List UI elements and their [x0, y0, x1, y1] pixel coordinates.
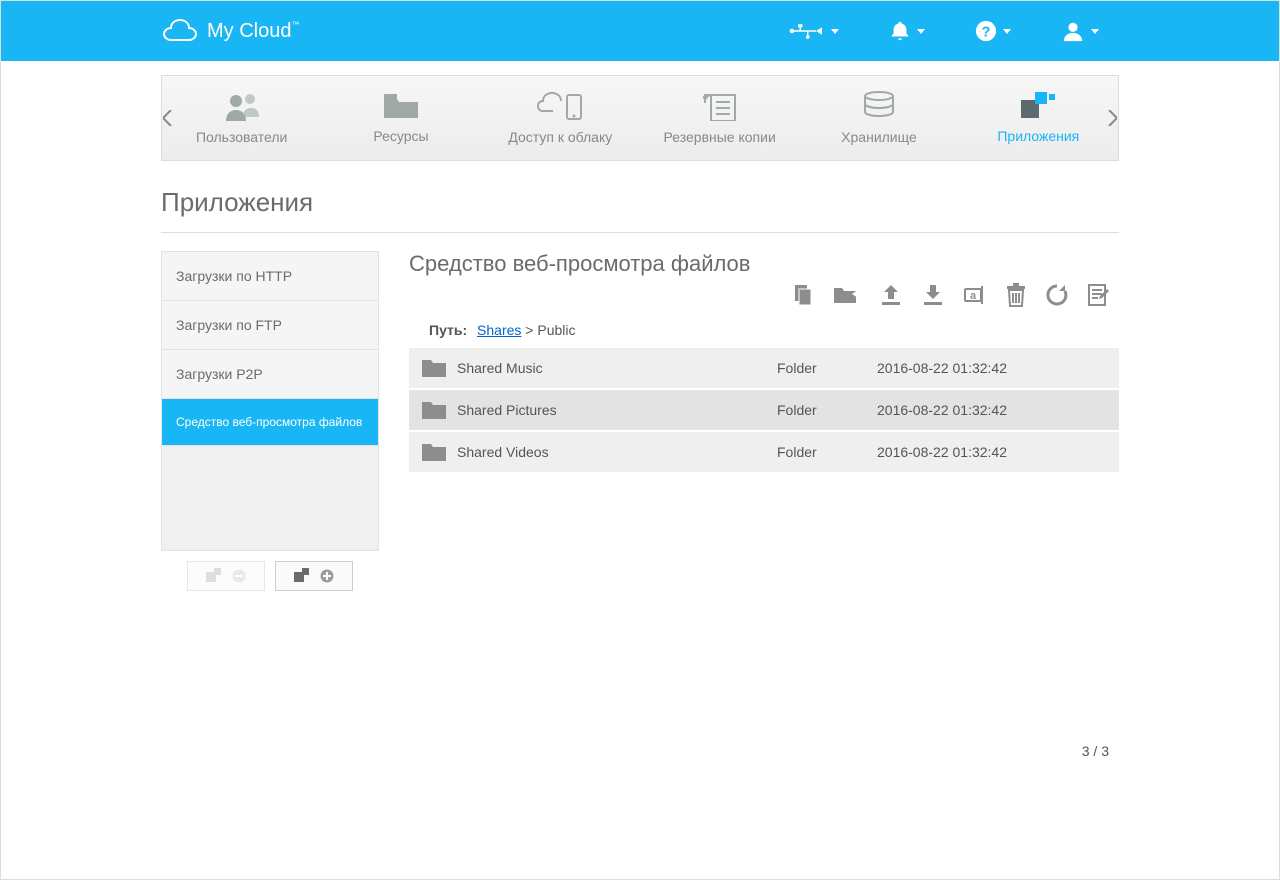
breadcrumb: Путь: Shares > Public	[429, 322, 1119, 338]
add-app-button[interactable]	[275, 561, 353, 591]
trash-icon	[1005, 283, 1027, 307]
tabs-scroll-right[interactable]	[1101, 75, 1123, 161]
chevron-down-icon	[1091, 29, 1099, 34]
tab-label: Ресурсы	[373, 128, 428, 144]
user-icon	[1061, 20, 1085, 42]
tab-cloud-access[interactable]: Доступ к облаку	[481, 76, 640, 160]
file-date: 2016-08-22 01:32:42	[877, 444, 1007, 460]
svg-text:?: ?	[982, 25, 991, 41]
content-title: Средство веб-просмотра файлов	[409, 251, 1119, 277]
tab-users[interactable]: Пользователи	[162, 76, 321, 160]
tab-backups[interactable]: Резервные копии	[640, 76, 799, 160]
users-icon	[222, 91, 262, 121]
chevron-left-icon	[163, 110, 173, 126]
content-pane: Средство веб-просмотра файлов a Путь: Sh…	[409, 251, 1119, 591]
svg-text:a: a	[970, 290, 977, 302]
refresh-button[interactable]	[1045, 283, 1069, 310]
pager: 3 / 3	[1082, 743, 1109, 759]
breadcrumb-root[interactable]: Shares	[477, 322, 521, 338]
apps-sidebar: Загрузки по HTTP Загрузки по FTP Загрузк…	[161, 251, 379, 591]
storage-icon	[862, 91, 896, 121]
apps-icon	[1021, 92, 1055, 120]
tab-label: Резервные копии	[664, 129, 776, 145]
sidebar-item-p2p-downloads[interactable]: Загрузки P2P	[162, 350, 378, 399]
breadcrumb-sep: >	[525, 322, 537, 338]
sidebar-item-http-downloads[interactable]: Загрузки по HTTP	[162, 252, 378, 301]
folder-icon	[382, 92, 420, 120]
folder-icon	[421, 441, 447, 463]
tab-storage[interactable]: Хранилище	[799, 76, 958, 160]
file-row[interactable]: Shared Videos Folder 2016-08-22 01:32:42	[409, 432, 1119, 474]
user-menu[interactable]	[1061, 20, 1099, 42]
app-add-icon	[294, 568, 316, 584]
topbar: My Cloud™ ?	[1, 1, 1279, 61]
file-row[interactable]: Shared Music Folder 2016-08-22 01:32:42	[409, 348, 1119, 390]
file-toolbar: a	[409, 283, 1119, 310]
notifications-menu[interactable]	[889, 20, 925, 42]
tab-apps[interactable]: Приложения	[959, 76, 1118, 160]
bell-icon	[889, 20, 911, 42]
tab-label: Приложения	[997, 128, 1079, 144]
minus-circle-icon	[232, 569, 246, 583]
file-date: 2016-08-22 01:32:42	[877, 360, 1007, 376]
sidebar-item-web-file-viewer[interactable]: Средство веб-просмотра файлов	[162, 399, 378, 446]
plus-circle-icon	[320, 569, 334, 583]
file-name: Shared Pictures	[457, 402, 777, 418]
breadcrumb-current: Public	[537, 322, 575, 338]
help-icon: ?	[975, 20, 997, 42]
file-type: Folder	[777, 402, 877, 418]
folder-icon	[421, 399, 447, 421]
file-type: Folder	[777, 444, 877, 460]
upload-icon	[879, 283, 903, 307]
edit-button[interactable]	[1087, 283, 1111, 310]
cloud-device-icon	[537, 91, 583, 121]
upload-button[interactable]	[879, 283, 903, 310]
chevron-right-icon	[1107, 110, 1117, 126]
brand-title: My Cloud™	[207, 20, 299, 43]
remove-app-button[interactable]	[187, 561, 265, 591]
tab-label: Доступ к облаку	[508, 129, 612, 145]
usb-icon	[789, 22, 825, 40]
chevron-down-icon	[1003, 29, 1011, 34]
copy-button[interactable]	[791, 283, 815, 310]
file-type: Folder	[777, 360, 877, 376]
delete-button[interactable]	[1005, 283, 1027, 310]
rename-icon: a	[963, 283, 987, 307]
refresh-icon	[1045, 283, 1069, 307]
download-button[interactable]	[921, 283, 945, 310]
help-menu[interactable]: ?	[975, 20, 1011, 42]
file-row[interactable]: Shared Pictures Folder 2016-08-22 01:32:…	[409, 390, 1119, 432]
file-name: Shared Videos	[457, 444, 777, 460]
breadcrumb-label: Путь:	[429, 322, 467, 338]
sidebar-item-ftp-downloads[interactable]: Загрузки по FTP	[162, 301, 378, 350]
rename-button[interactable]: a	[963, 283, 987, 310]
move-icon	[833, 283, 861, 305]
chevron-down-icon	[831, 29, 839, 34]
backup-icon	[703, 91, 737, 121]
download-icon	[921, 283, 945, 307]
app-remove-icon	[206, 568, 228, 584]
page-title: Приложения	[161, 187, 1119, 233]
brand[interactable]: My Cloud™	[161, 19, 299, 43]
folder-icon	[421, 357, 447, 379]
main-tabs: Пользователи Ресурсы Доступ к облаку Рез…	[161, 75, 1119, 161]
tab-label: Пользователи	[196, 129, 287, 145]
usb-menu[interactable]	[789, 22, 839, 40]
file-list: Shared Music Folder 2016-08-22 01:32:42 …	[409, 348, 1119, 474]
tab-shares[interactable]: Ресурсы	[321, 76, 480, 160]
edit-icon	[1087, 283, 1111, 307]
tab-label: Хранилище	[841, 129, 917, 145]
chevron-down-icon	[917, 29, 925, 34]
file-name: Shared Music	[457, 360, 777, 376]
cloud-logo-icon	[161, 19, 197, 43]
tabs-scroll-left[interactable]	[157, 75, 179, 161]
file-date: 2016-08-22 01:32:42	[877, 402, 1007, 418]
copy-icon	[791, 283, 815, 307]
move-button[interactable]	[833, 283, 861, 310]
